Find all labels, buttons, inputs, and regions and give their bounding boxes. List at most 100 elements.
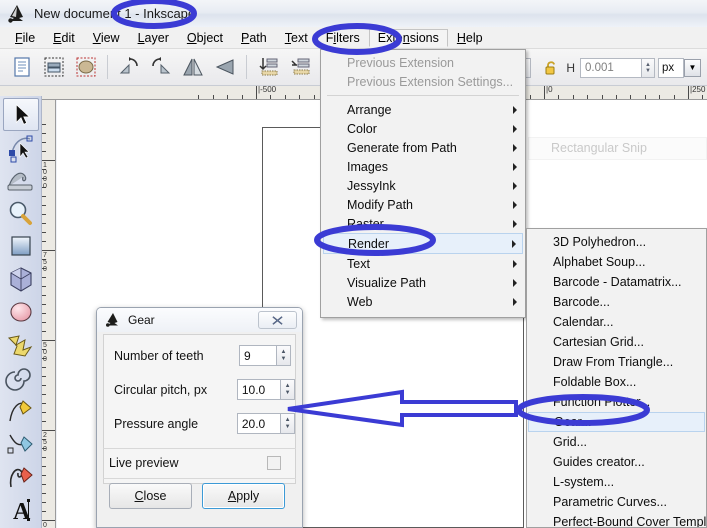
- render-item-grid[interactable]: Grid...: [527, 432, 706, 452]
- ruler-tick: [241, 95, 243, 99]
- render-item-gear[interactable]: Gear...: [528, 412, 705, 432]
- menu-object[interactable]: Object: [178, 29, 232, 47]
- apply-button-label: pply: [236, 489, 260, 503]
- menu-item-arrange[interactable]: Arrange: [321, 100, 525, 119]
- spiral-tool[interactable]: [3, 362, 39, 395]
- number-of-teeth-input[interactable]: 9: [239, 345, 277, 366]
- menu-item-raster[interactable]: Raster: [321, 214, 525, 233]
- menu-item-label: JessyInk: [347, 178, 396, 193]
- rectangle-tool[interactable]: [3, 230, 39, 263]
- close-glyph: [272, 315, 283, 325]
- render-item-l-system[interactable]: L-system...: [527, 472, 706, 492]
- menu-path[interactable]: Path: [232, 29, 276, 47]
- ruler-tick: [42, 313, 46, 314]
- menu-item-label: Barcode - Datamatrix...: [553, 275, 682, 289]
- menu-item-web[interactable]: Web: [321, 292, 525, 311]
- ruler-tick: [42, 124, 46, 125]
- render-item-alphabet-soup[interactable]: Alphabet Soup...: [527, 252, 706, 272]
- lower-one-step-icon[interactable]: [286, 53, 314, 81]
- submenu-arrow-icon: [513, 259, 517, 268]
- rotate-90-ccw-icon[interactable]: [115, 53, 143, 81]
- close-button-label: lose: [143, 489, 167, 503]
- pencil-tool[interactable]: [3, 395, 39, 428]
- menu-item-previous-extension[interactable]: Previous Extension: [321, 53, 525, 72]
- calligraphy-pen-icon[interactable]: [3, 461, 39, 494]
- close-icon[interactable]: [258, 311, 297, 329]
- node-tool[interactable]: [3, 131, 39, 164]
- menu-view[interactable]: View: [84, 29, 129, 47]
- render-item-calendar[interactable]: Calendar...: [527, 312, 706, 332]
- height-stepper[interactable]: ▲ ▼: [642, 57, 655, 78]
- ruler-tick: [42, 511, 46, 512]
- render-item-function-plotter[interactable]: Function Plotter...: [527, 392, 706, 412]
- menu-edit[interactable]: Edit: [44, 29, 84, 47]
- menu-layer[interactable]: Layer: [129, 29, 178, 47]
- circular-pitch-stepper[interactable]: ▲ ▼: [281, 379, 295, 400]
- rotate-90-cw-icon[interactable]: [147, 53, 175, 81]
- menu-item-render[interactable]: Render: [323, 233, 523, 254]
- ruler-tick: [42, 286, 46, 287]
- height-field[interactable]: 0.001: [580, 57, 642, 78]
- apply-button[interactable]: Apply: [202, 483, 285, 509]
- menu-item-visualize-path[interactable]: Visualize Path: [321, 273, 525, 292]
- flip-vertical-icon[interactable]: [211, 53, 239, 81]
- ellipse-tool[interactable]: [3, 296, 39, 329]
- pressure-angle-input[interactable]: 20.0: [236, 413, 282, 434]
- menu-item-modify-path[interactable]: Modify Path: [321, 195, 525, 214]
- live-preview-checkbox[interactable]: [267, 456, 281, 470]
- chevron-down-icon[interactable]: ▼: [684, 58, 701, 77]
- 3dbox-tool[interactable]: [3, 263, 39, 296]
- star-tool[interactable]: [3, 329, 39, 362]
- render-item-barcode-datamatrix[interactable]: Barcode - Datamatrix...: [527, 272, 706, 292]
- ruler-tick: [688, 86, 689, 99]
- clone-icon[interactable]: [72, 53, 100, 81]
- render-item-foldable-box[interactable]: Foldable Box...: [527, 372, 706, 392]
- tweak-tool[interactable]: [3, 164, 39, 197]
- pressure-angle-stepper[interactable]: ▲ ▼: [281, 413, 295, 434]
- menu-extensions[interactable]: Extensions: [368, 28, 448, 47]
- ruler-tick: [572, 95, 574, 99]
- render-item-draw-from-triangle[interactable]: Draw From Triangle...: [527, 352, 706, 372]
- ruler-tick: [544, 86, 545, 99]
- ruler-tick: [299, 95, 301, 99]
- menu-item-generate-from-path[interactable]: Generate from Path: [321, 138, 525, 157]
- duplicate-icon[interactable]: [40, 53, 68, 81]
- menu-path-label: ath: [249, 30, 267, 45]
- ruler-tick: [42, 394, 46, 395]
- unlock-icon[interactable]: [543, 59, 561, 77]
- close-button[interactable]: Close: [109, 483, 192, 509]
- menu-help[interactable]: Help: [448, 29, 492, 47]
- menu-separator: [327, 95, 519, 96]
- menu-filters[interactable]: Filters: [317, 29, 369, 47]
- menu-text[interactable]: Text: [276, 29, 317, 47]
- menu-item-color[interactable]: Color: [321, 119, 525, 138]
- render-item-cartesian-grid[interactable]: Cartesian Grid...: [527, 332, 706, 352]
- menu-help-label: elp: [465, 30, 483, 45]
- title-bar: New document 1 - Inkscape: [0, 0, 707, 27]
- render-item-guides-creator[interactable]: Guides creator...: [527, 452, 706, 472]
- render-item-parametric-curves[interactable]: Parametric Curves...: [527, 492, 706, 512]
- selector-tool[interactable]: [3, 98, 39, 131]
- menu-item-text[interactable]: Text: [321, 254, 525, 273]
- render-item-3d-polyhedron[interactable]: 3D Polyhedron...: [527, 232, 706, 252]
- menu-file[interactable]: File: [6, 29, 44, 47]
- new-document-icon[interactable]: [8, 53, 36, 81]
- bezier-pen-icon[interactable]: [3, 428, 39, 461]
- ruler-tick: [42, 502, 46, 503]
- circular-pitch-input[interactable]: 10.0: [236, 379, 282, 400]
- menu-item-jessyink[interactable]: JessyInk: [321, 176, 525, 195]
- menu-item-label: Text: [347, 256, 370, 271]
- unit-value[interactable]: px: [658, 57, 684, 78]
- number-of-teeth-stepper[interactable]: ▲ ▼: [277, 345, 291, 366]
- ruler-label: 0: [43, 522, 47, 528]
- lower-to-bottom-icon[interactable]: [254, 53, 282, 81]
- menu-item-images[interactable]: Images: [321, 157, 525, 176]
- menu-item-label: Barcode...: [553, 295, 610, 309]
- text-A-icon[interactable]: A: [3, 494, 39, 527]
- render-item-perfect-bound-cover-template[interactable]: Perfect-Bound Cover Templa: [527, 512, 706, 527]
- zoom-tool[interactable]: [3, 197, 39, 230]
- menu-item-label: Calendar...: [553, 315, 614, 329]
- flip-horizontal-icon[interactable]: [179, 53, 207, 81]
- menu-item-previous-extension-settings[interactable]: Previous Extension Settings...: [321, 72, 525, 91]
- render-item-barcode[interactable]: Barcode...: [527, 292, 706, 312]
